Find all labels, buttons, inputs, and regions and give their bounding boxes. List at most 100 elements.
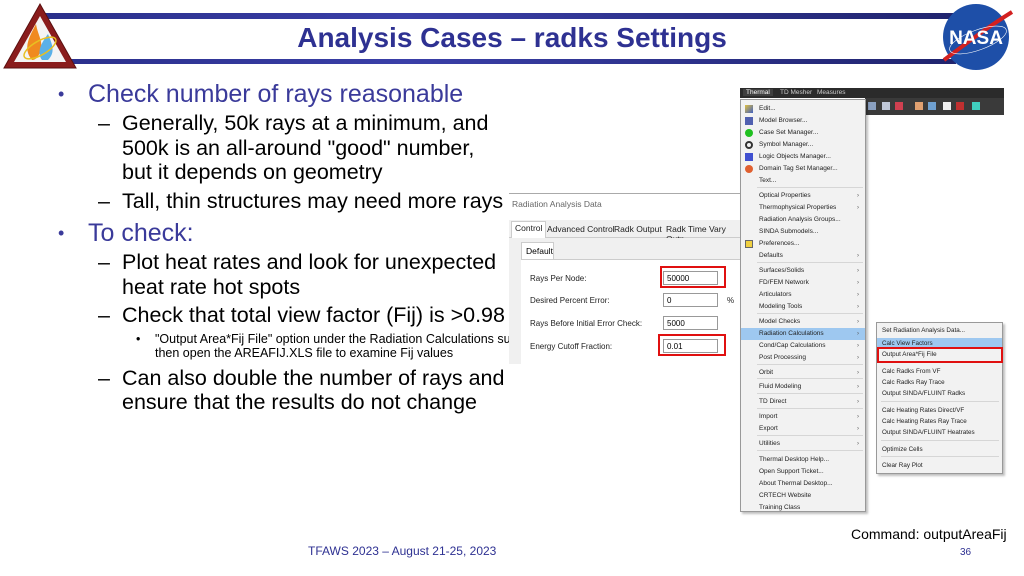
menu-item-crtech-website[interactable]: CRTECH Website [741, 490, 865, 502]
menu-item-label: Preferences... [759, 240, 800, 247]
menu-item-defaults[interactable]: Defaults › [741, 250, 865, 262]
submenu-item-set-radiation-analysis-data[interactable]: Set Radiation Analysis Data... [877, 325, 1002, 336]
menu-item-training-class[interactable]: Training Class [741, 502, 865, 514]
bullet-text: Check number of rays reasonable [88, 80, 464, 108]
menu-item-label: Model Browser... [759, 117, 808, 124]
menu-item-label: Defaults [759, 252, 783, 259]
ribbon-tab-measures[interactable]: Measures [817, 89, 846, 96]
tool-icon[interactable] [956, 102, 964, 110]
highlight-box [658, 334, 726, 356]
sub-bullet: – Plot heat rates and look for unexpected… [98, 250, 497, 299]
menu-item-fluid-modeling[interactable]: Fluid Modeling › [741, 381, 865, 393]
sub-bullet-text: Generally, 50k rays at a minimum, and 50… [122, 111, 489, 184]
menu-separator [757, 450, 863, 451]
highlight-box [660, 266, 726, 288]
menu-item-label: Thermal Desktop Help... [759, 456, 830, 463]
percent-unit: % [727, 296, 735, 305]
menu-separator [757, 262, 863, 263]
submenu-item-output-sinda-fluint-radks[interactable]: Output SINDA/FLUINT Radks [877, 388, 1002, 399]
menu-separator [757, 378, 863, 379]
ribbon-tab-td-mesher[interactable]: TD Mesher [780, 89, 812, 96]
sub-bullet: – Tall, thin structures may need more ray… [98, 188, 504, 213]
menu-item-label: Surfaces/Solids [759, 267, 805, 274]
tab-radk-output[interactable]: Radk Output [611, 223, 665, 235]
energy-cutoff-fraction-label: Energy Cutoff Fraction: [530, 342, 613, 351]
menu-item-label: Case Set Manager... [759, 129, 819, 136]
chevron-right-icon: › [857, 304, 859, 310]
menu-separator [757, 364, 863, 365]
tool-icon[interactable] [972, 102, 980, 110]
menu-item-surfaces-solids[interactable]: Surfaces/Solids › [741, 265, 865, 277]
header-band-bottom [40, 59, 956, 64]
menu-item-logic-objects-manager[interactable]: Logic Objects Manager... [741, 151, 865, 163]
subtab-default[interactable]: Default [521, 242, 554, 260]
menu-item-model-browser[interactable]: Model Browser... [741, 115, 865, 127]
menu-item-label: Articulators [759, 291, 792, 298]
tool-icon[interactable] [928, 102, 936, 110]
submenu-item-output-sinda-fluint-heatrates[interactable]: Output SINDA/FLUINT Heatrates [877, 427, 1002, 438]
tab-control[interactable]: Control [511, 221, 547, 238]
sub-sub-bullet-text: "Output Area*Fij File" option under the … [155, 331, 553, 360]
menu-item-about-thermal-desktop[interactable]: About Thermal Desktop... [741, 478, 865, 490]
submenu-item-calc-radks-ray-trace[interactable]: Calc Radks Ray Trace [877, 377, 1002, 388]
menu-item-modeling-tools[interactable]: Modeling Tools › [741, 301, 865, 313]
menu-item-fd-fem-network[interactable]: FD/FEM Network › [741, 277, 865, 289]
submenu-item-calc-heating-rates-direct-vf[interactable]: Calc Heating Rates Direct/VF [877, 405, 1002, 416]
desired-percent-error-label: Desired Percent Error: [530, 296, 610, 305]
menu-item-label: TD Direct [759, 398, 787, 405]
ribbon-tab-bar: Thermal TD Mesher Measures [740, 88, 1004, 98]
menu-item-symbol-manager[interactable]: Symbol Manager... [741, 139, 865, 151]
thermal-menu: Edit... Model Browser... Case Set Manager.… [740, 99, 866, 512]
menu-item-edit[interactable]: Edit... [741, 103, 865, 115]
menu-item-radiation-calculations[interactable]: Radiation Calculations › [741, 328, 865, 340]
menu-item-cond-cap-calculations[interactable]: Cond/Cap Calculations › [741, 340, 865, 352]
menu-item-export[interactable]: Export › [741, 423, 865, 435]
menu-item-post-processing[interactable]: Post Processing › [741, 352, 865, 364]
menu-item-domain-tag-set-manager[interactable]: Domain Tag Set Manager... [741, 163, 865, 175]
tool-icon[interactable] [895, 102, 903, 110]
menu-item-label: Domain Tag Set Manager... [759, 165, 838, 172]
submenu-item-clear-ray-plot[interactable]: Clear Ray Plot [877, 460, 1002, 471]
menu-item-label: Symbol Manager... [759, 141, 814, 148]
menu-item-label: About Thermal Desktop... [759, 480, 833, 487]
tool-icon[interactable] [915, 102, 923, 110]
menu-item-thermal-desktop-help[interactable]: Thermal Desktop Help... [741, 454, 865, 466]
menu-separator [757, 393, 863, 394]
menu-item-preferences[interactable]: Preferences... [741, 238, 865, 250]
menu-item-thermophysical-properties[interactable]: Thermophysical Properties › [741, 202, 865, 214]
submenu-item-optimize-cells[interactable]: Optimize Cells [877, 444, 1002, 455]
menu-item-label: Post Processing [759, 354, 806, 361]
desired-percent-error-input[interactable] [663, 293, 718, 307]
chevron-right-icon: › [857, 343, 859, 349]
bullet-text: To check: [88, 219, 194, 247]
highlight-box [877, 347, 1003, 363]
menu-item-text[interactable]: Text... [741, 175, 865, 187]
tool-icon[interactable] [882, 102, 890, 110]
tool-icon[interactable] [943, 102, 951, 110]
menu-item-label: Export [759, 425, 778, 432]
ribbon-tab-thermal[interactable]: Thermal [743, 89, 773, 96]
menu-item-utilities[interactable]: Utilities › [741, 438, 865, 450]
footer-text: TFAWS 2023 – August 21-25, 2023 [308, 544, 497, 558]
menu-item-td-direct[interactable]: TD Direct › [741, 396, 865, 408]
logic-objects-icon [745, 153, 753, 161]
rays-before-error-check-input[interactable] [663, 316, 718, 330]
menu-item-open-support-ticket[interactable]: Open Support Ticket... [741, 466, 865, 478]
tab-advanced-control[interactable]: Advanced Control [544, 223, 618, 235]
control-panel: Default Rays Per Node: Desired Percent E… [509, 238, 741, 364]
menu-item-label: Orbit [759, 369, 774, 376]
menu-item-optical-properties[interactable]: Optical Properties › [741, 190, 865, 202]
menu-item-radiation-analysis-groups[interactable]: Radiation Analysis Groups... [741, 214, 865, 226]
menu-item-import[interactable]: Import › [741, 411, 865, 423]
sub-sub-bullet: • "Output Area*Fij File" option under the… [136, 331, 553, 360]
menu-item-model-checks[interactable]: Model Checks › [741, 316, 865, 328]
tool-icon[interactable] [868, 102, 876, 110]
menu-item-label: Training Class [759, 504, 801, 511]
submenu-item-calc-radks-from-vf[interactable]: Calc Radks From VF [877, 366, 1002, 377]
submenu-item-calc-heating-rates-ray-trace[interactable]: Calc Heating Rates Ray Trace [877, 416, 1002, 427]
menu-item-case-set-manager[interactable]: Case Set Manager... [741, 127, 865, 139]
edit-icon [745, 105, 753, 113]
menu-item-articulators[interactable]: Articulators › [741, 289, 865, 301]
menu-item-label: Cond/Cap Calculations [759, 342, 826, 349]
menu-item-sinda-submodels[interactable]: SINDA Submodels... [741, 226, 865, 238]
